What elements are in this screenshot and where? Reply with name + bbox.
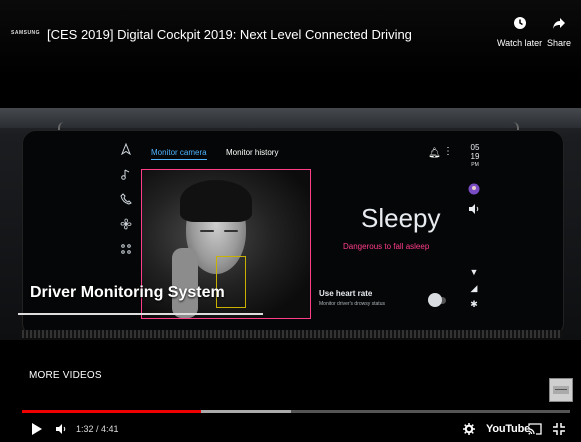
fan-icon: [118, 216, 134, 232]
driver-hand: [172, 248, 198, 318]
watch-later-label: Watch later: [497, 38, 543, 48]
cockpit-display: Monitor camera Monitor history Sleepy Da…: [22, 130, 564, 337]
channel-logo[interactable]: SAMSUNG: [11, 30, 40, 36]
phone-icon: [118, 191, 134, 207]
music-icon: [118, 166, 134, 182]
fullscreen-icon: [553, 423, 565, 435]
closed-eye-left: [200, 230, 214, 232]
lower-third-underline: [18, 313, 263, 315]
play-button[interactable]: [31, 420, 43, 438]
player-controls: 1:32 / 4:41 YouTube: [0, 416, 581, 442]
youtube-logo[interactable]: YouTube: [486, 420, 530, 438]
clock-ampm: PM: [471, 162, 479, 168]
top-bar: SAMSUNG [CES 2019] Digital Cockpit 2019:…: [0, 0, 581, 78]
signal-bars-icon: ◢: [470, 283, 478, 293]
video-player[interactable]: SAMSUNG [CES 2019] Digital Cockpit 2019:…: [0, 0, 581, 442]
clock-hour: 05: [470, 143, 480, 152]
watch-later-button[interactable]: Watch later: [497, 14, 542, 48]
settings-button[interactable]: [463, 420, 475, 438]
tab-monitor-history: Monitor history: [226, 148, 279, 157]
progress-bar[interactable]: [22, 410, 570, 413]
drowsiness-warning: Dangerous to fall asleep: [343, 242, 430, 251]
cockpit-left-rail: [115, 141, 137, 257]
video-frame[interactable]: Monitor camera Monitor history Sleepy Da…: [0, 108, 581, 340]
closed-eye-right: [224, 230, 238, 232]
drowsiness-status: Sleepy: [361, 203, 441, 233]
cast-button[interactable]: [528, 420, 542, 438]
heart-rate-subtext: Monitor driver's drowsy status: [319, 301, 385, 307]
watch-later-icon: [511, 14, 529, 32]
car-roof: [0, 108, 581, 128]
more-options-icon: ⋮: [443, 146, 453, 157]
time-display: 1:32 / 4:41: [76, 424, 119, 434]
play-icon: [32, 423, 42, 435]
cast-icon: [528, 423, 542, 435]
tab-monitor-camera: Monitor camera: [151, 148, 207, 160]
heart-rate-label: Use heart rate: [319, 289, 373, 298]
bell-icon: 🔔︎: [428, 148, 441, 159]
video-title[interactable]: [CES 2019] Digital Cockpit 2019: Next Le…: [47, 27, 412, 42]
bluetooth-icon: ✱: [470, 299, 478, 309]
navigation-icon: [118, 141, 134, 157]
signal-down-icon: ▼: [469, 267, 479, 277]
speaker-icon: [467, 203, 481, 217]
avatar-icon: [467, 183, 481, 197]
more-videos-button[interactable]: MORE VIDEOS: [29, 370, 102, 381]
settings-icon: [463, 423, 475, 435]
progress-played: [22, 410, 202, 413]
share-button[interactable]: Share: [547, 14, 571, 48]
fullscreen-button[interactable]: [553, 420, 565, 438]
share-icon: [550, 14, 568, 32]
share-label: Share: [547, 38, 572, 48]
lower-third-caption: Driver Monitoring System: [30, 284, 225, 301]
volume-icon: [56, 424, 66, 434]
heart-rate-toggle-knob: [428, 293, 442, 307]
branding-thumbnail[interactable]: [549, 378, 573, 402]
driver-hair: [180, 180, 252, 222]
dashboard-trim: [22, 330, 562, 338]
apps-grid-icon: [118, 241, 134, 257]
cockpit-clock: 05 19 PM: [465, 143, 485, 170]
volume-button[interactable]: [55, 420, 67, 438]
clock-minute: 19: [470, 152, 480, 161]
